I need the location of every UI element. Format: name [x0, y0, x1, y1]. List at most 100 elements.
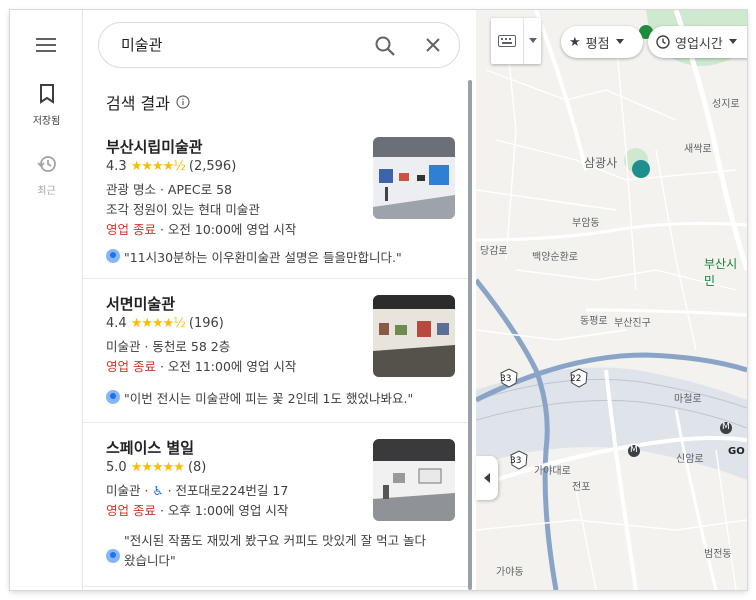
address: · 전포대로224번길 17 [163, 483, 289, 498]
wheelchair-icon: ♿ [152, 483, 164, 498]
poi-samgwangsa[interactable]: 삼광사 [584, 154, 617, 171]
opening-time: · 오전 10:00에 영업 시작 [155, 222, 297, 237]
hours-line: 영업 종료 · 오후 1:00에 영업 시작 [106, 500, 288, 519]
route-shield-label: 33 [500, 374, 512, 384]
recent-button[interactable]: 최근 [10, 154, 83, 197]
review-text: "11시30분하는 이우환미술관 설명은 들을만합니다." [124, 250, 402, 265]
results-panel: 검색 결과 부산시립미술관 4.3 ★★★★½ (2,596) 관광 명소 · … [83, 10, 476, 590]
opening-time: · 오후 1:00에 영업 시작 [155, 503, 289, 518]
category-address: 미술관 · ♿ · 전포대로224번길 17 [106, 480, 288, 499]
map-label: 부암동 [572, 218, 600, 229]
rating-value: 4.3 [106, 159, 127, 174]
map-label: 가야대로 [534, 466, 571, 477]
bookmark-icon [39, 84, 54, 104]
rating-filter-chip[interactable]: ★ 평점 [561, 26, 643, 58]
place-photo[interactable] [373, 137, 455, 219]
category-address: 미술관 · 동천로 58 2층 [106, 339, 231, 354]
map-label: 신암로 [676, 454, 704, 465]
chip-label: 영업시간 [675, 36, 723, 52]
map-label: 성지로 [712, 99, 740, 110]
result-item[interactable]: 부산시립미술관 4.3 ★★★★½ (2,596) 관광 명소 · APEC로 … [83, 136, 472, 279]
place-name[interactable]: 스페이스 별일 [106, 437, 194, 458]
category-address: 관광 명소 · APEC로 58 [106, 182, 232, 197]
map-label: 가야동 [496, 567, 524, 578]
rating-row: 5.0 ★★★★★ (8) [106, 460, 206, 475]
avatar-icon [106, 549, 120, 563]
review-line: 왔습니다" [124, 553, 176, 568]
star-icons: ★★★★½ [130, 316, 186, 331]
review-snippet: "전시된 작품도 재밌게 봤구요 커피도 맛있게 잘 먹고 놀다왔습니다" [106, 531, 426, 571]
map-label: 당감로 [480, 246, 508, 257]
menu-icon[interactable] [36, 38, 56, 52]
saved-label: 저장됨 [32, 116, 61, 127]
divider [523, 18, 524, 64]
map-label: 부산진구 [614, 318, 651, 329]
results-heading: 검색 결과 [106, 90, 190, 114]
keyboard-icon [498, 35, 516, 47]
place-name[interactable]: 부산시립미술관 [106, 136, 203, 157]
review-snippet: "11시30분하는 이우환미술관 설명은 들을만합니다." [106, 247, 402, 266]
hours-line: 영업 종료 · 오전 10:00에 영업 시작 [106, 219, 296, 238]
scrollbar[interactable] [468, 80, 472, 590]
description: 조각 정원이 있는 현대 미술관 [106, 202, 260, 217]
status-closed: 영업 종료 [106, 222, 156, 237]
review-count: (196) [188, 316, 224, 331]
recent-label: 최근 [37, 186, 56, 197]
review-count: (8) [187, 460, 207, 475]
hours-filter-chip[interactable]: 영업시간 [648, 26, 747, 58]
metro-icon: M [630, 445, 638, 455]
map-label: 백양순환로 [532, 252, 578, 263]
chevron-down-icon[interactable] [529, 38, 537, 44]
result-item[interactable]: 서면미술관 4.4 ★★★★½ (196) 미술관 · 동천로 58 2층 영업… [83, 293, 472, 423]
route-shield-label: 33 [510, 456, 522, 466]
route-shield-label: 22 [570, 374, 582, 384]
search-box [98, 22, 460, 68]
place-name[interactable]: 서면미술관 [106, 293, 175, 314]
clock-icon [656, 35, 670, 49]
map-label: GO [728, 446, 745, 457]
collapse-panel-button[interactable] [476, 456, 498, 500]
result-item[interactable]: 스페이스 별일 5.0 ★★★★★ (8) 미술관 · ♿ · 전포대로224번… [83, 437, 472, 587]
poi-busan-citizen[interactable]: 부산시민 [704, 255, 747, 289]
review-line: "전시된 작품도 재밌게 봤구요 커피도 맛있게 잘 먹고 놀다 [124, 533, 427, 548]
input-tools-button[interactable] [491, 18, 541, 64]
map-label: 범전동 [704, 549, 732, 560]
map-canvas[interactable]: 33 22 33 M M 삼광사 부산시민 부암동 백양순환로 당감로 동평로 … [476, 10, 747, 590]
hours-line: 영업 종료 · 오전 11:00에 영업 시작 [106, 356, 296, 375]
place-photo[interactable] [373, 439, 455, 521]
star-icons: ★★★★½ [130, 159, 186, 174]
opening-time: · 오전 11:00에 영업 시작 [155, 359, 297, 374]
map-label: 새싹로 [684, 144, 712, 155]
avatar-icon [106, 249, 120, 263]
search-icon[interactable] [374, 35, 396, 57]
review-text: "전시된 작품도 재밌게 봤구요 커피도 맛있게 잘 먹고 놀다왔습니다" [124, 531, 426, 571]
chip-label: 평점 [585, 36, 610, 52]
left-rail: 저장됨 최근 [10, 10, 83, 590]
history-icon [36, 156, 56, 172]
review-snippet: "이번 전시는 미술관에 피는 꽃 2인데 1도 했었나봐요." [106, 388, 413, 407]
status-closed: 영업 종료 [106, 359, 156, 374]
maps-window: 저장됨 최근 검색 결과 부산시립미술관 4.3 ★★★★½ (2,596) 관… [10, 10, 747, 590]
map-label: 마철로 [674, 394, 702, 405]
avatar-icon [106, 390, 120, 404]
chevron-down-icon [615, 39, 624, 44]
rating-value: 5.0 [106, 460, 127, 475]
saved-button[interactable]: 저장됨 [10, 84, 83, 127]
results-title: 검색 결과 [106, 94, 170, 113]
info-icon[interactable] [176, 95, 190, 109]
star-icons: ★★★★★ [130, 460, 185, 475]
review-text: "이번 전시는 미술관에 피는 꽃 2인데 1도 했었나봐요." [124, 391, 414, 406]
chevron-left-icon [484, 473, 490, 483]
status-closed: 영업 종료 [106, 503, 156, 518]
rating-row: 4.4 ★★★★½ (196) [106, 316, 224, 331]
category: 미술관 · [106, 483, 153, 498]
close-icon[interactable] [424, 36, 442, 54]
search-input[interactable] [121, 35, 361, 53]
map-label: 동평로 [580, 316, 608, 327]
rating-row: 4.3 ★★★★½ (2,596) [106, 159, 236, 174]
chevron-down-icon [728, 39, 737, 44]
place-photo[interactable] [373, 295, 455, 377]
review-count: (2,596) [188, 159, 237, 174]
rating-value: 4.4 [106, 316, 127, 331]
star-icon: ★ [569, 34, 581, 50]
